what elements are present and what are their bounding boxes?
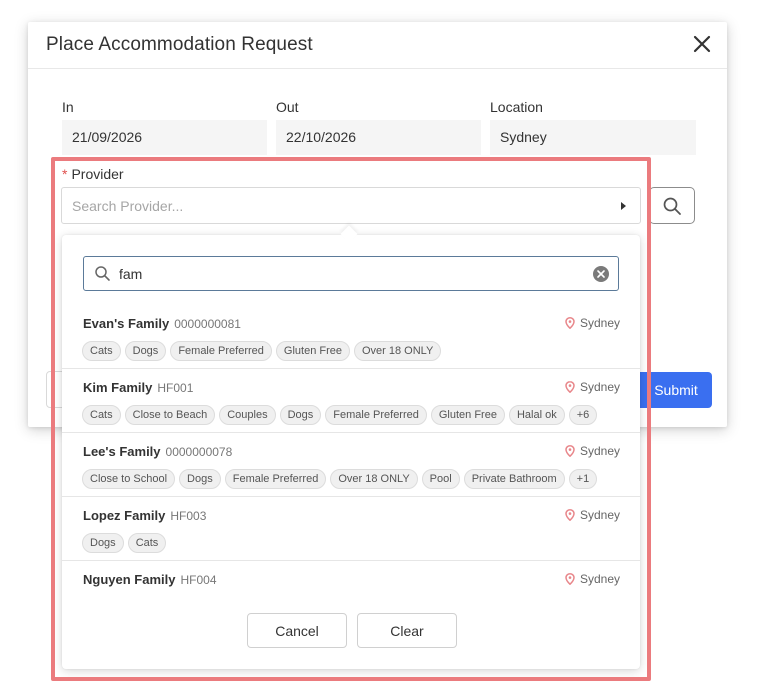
caret-right-icon <box>621 202 626 210</box>
tag: Cats <box>82 341 121 361</box>
search-provider-button[interactable] <box>649 187 695 224</box>
tag: Couples <box>219 405 276 425</box>
tag: Pool <box>421 469 460 489</box>
tag: Dogs <box>82 533 124 553</box>
tag-list: Cats Dogs Female Preferred Gluten Free Over … <box>82 341 442 361</box>
tag: Gluten Free <box>275 341 350 361</box>
location-pin-icon <box>565 445 575 457</box>
tag: Close to Beach <box>124 405 216 425</box>
location-pin-icon <box>565 381 575 393</box>
tag: Cats <box>127 533 167 553</box>
provider-location: Sydney <box>565 572 620 586</box>
provider-placeholder: Search Provider... <box>72 198 184 214</box>
search-icon <box>663 197 681 215</box>
tag-list: Cats Close to Beach Couples Dogs Female Pref… <box>82 405 598 425</box>
provider-label: * Provider <box>62 166 124 182</box>
close-icon[interactable] <box>691 33 713 55</box>
dropdown-clear-button[interactable]: Clear <box>357 613 457 648</box>
dropdown-cancel-button[interactable]: Cancel <box>247 613 347 648</box>
tag: +1 <box>568 469 598 489</box>
tag: Female Preferred <box>325 405 427 425</box>
clear-search-icon[interactable] <box>593 266 609 287</box>
provider-select[interactable]: Search Provider... <box>61 187 641 224</box>
location-label: Location <box>490 99 543 115</box>
out-date-field[interactable]: 22/10/2026 <box>276 120 481 155</box>
tag: Over 18 ONLY <box>354 341 442 361</box>
search-value: fam <box>119 266 143 282</box>
provider-location: Sydney <box>565 444 620 458</box>
tag: Close to School <box>82 469 176 489</box>
modal-title: Place Accommodation Request <box>46 34 313 55</box>
provider-id: 0000000081 <box>174 317 241 331</box>
provider-location: Sydney <box>565 316 620 330</box>
location-pin-icon <box>565 317 575 329</box>
dropdown-footer: Cancel Clear <box>62 613 640 653</box>
tag: Female Preferred <box>170 341 272 361</box>
provider-id: 0000000078 <box>165 445 233 459</box>
tag: Dogs <box>279 405 322 425</box>
list-item[interactable]: Lee's Family 0000000078 Sydney Close to Sch… <box>62 433 640 497</box>
tag: +6 <box>568 405 598 425</box>
provider-name: Lee's Family 0000000078 <box>83 444 233 459</box>
provider-name: Kim Family HF001 <box>83 380 194 395</box>
provider-id: HF003 <box>170 509 207 523</box>
provider-name: Lopez Family HF003 <box>83 508 207 523</box>
provider-search-input[interactable]: fam <box>83 256 619 291</box>
in-label: In <box>62 99 74 115</box>
provider-location: Sydney <box>565 508 620 522</box>
tag: Dogs <box>124 341 167 361</box>
location-field[interactable]: Sydney <box>490 120 696 155</box>
location-pin-icon <box>565 509 575 521</box>
tag: Dogs <box>179 469 221 489</box>
in-date-field[interactable]: 21/09/2026 <box>62 120 267 155</box>
search-icon <box>94 265 111 287</box>
provider-name: Nguyen Family HF004 <box>83 572 217 587</box>
tag-list: Close to School Dogs Female Preferred Over … <box>82 469 598 489</box>
tag: Halal ok <box>508 405 565 425</box>
provider-id: HF004 <box>180 573 217 587</box>
tag: Over 18 ONLY <box>330 469 418 489</box>
list-item[interactable]: Evan's Family 0000000081 Sydney Cats Dogs Fem… <box>62 305 640 369</box>
tag: Cats <box>82 405 121 425</box>
required-mark: * <box>62 166 68 182</box>
tag: Private Bathroom <box>463 469 565 489</box>
provider-name: Evan's Family 0000000081 <box>83 316 241 331</box>
out-label: Out <box>276 99 299 115</box>
provider-location: Sydney <box>565 380 620 394</box>
list-item[interactable]: Kim Family HF001 Sydney Cats Close to Beach C… <box>62 369 640 433</box>
tag: Gluten Free <box>430 405 505 425</box>
tag: Female Preferred <box>224 469 327 489</box>
location-pin-icon <box>565 573 575 585</box>
list-item[interactable]: Lopez Family HF003 Sydney Dogs Cats <box>62 497 640 561</box>
results-list: Evan's Family 0000000081 Sydney Cats Dogs Fem… <box>62 305 640 624</box>
tag-list: Dogs Cats <box>82 533 167 553</box>
provider-id: HF001 <box>157 381 194 395</box>
modal-header: Place Accommodation Request <box>28 22 727 69</box>
provider-dropdown: fam Evan's Family 0000000081 Sydney Cats Dog… <box>62 225 640 669</box>
